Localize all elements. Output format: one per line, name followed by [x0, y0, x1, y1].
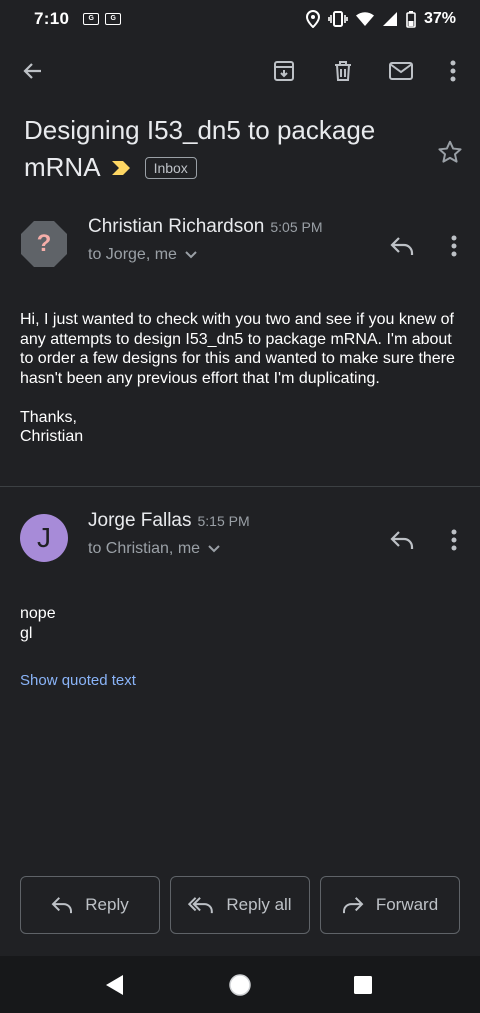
- recipients-text: to Jorge, me: [88, 246, 177, 263]
- battery-icon: [406, 10, 416, 28]
- archive-button[interactable]: [261, 48, 307, 94]
- subject-title-continued: mRNA: [24, 152, 101, 182]
- delete-button[interactable]: [320, 48, 366, 94]
- nav-home-icon: [229, 974, 251, 996]
- nav-back-icon: [106, 975, 123, 995]
- message-time: 5:05 PM: [270, 219, 323, 235]
- gmail-notification-icon: G: [105, 13, 122, 25]
- message-body: nope gl: [20, 604, 462, 643]
- recipients[interactable]: to Christian, me: [88, 540, 220, 558]
- message-line: gl: [20, 624, 33, 642]
- recipients-text: to Christian, me: [88, 540, 201, 557]
- vibrate-icon: [328, 11, 348, 27]
- message-header[interactable]: J Jorge Fallas 5:15 PM to Christian, me: [0, 510, 480, 574]
- archive-icon: [274, 61, 294, 81]
- status-indicators: 37%: [305, 10, 456, 28]
- subject-block: Designing I53_dn5 to package mRNA Inbox: [24, 112, 434, 186]
- reply-icon: [390, 237, 414, 255]
- message-time: 5:15 PM: [197, 513, 250, 529]
- message-signoff: Thanks,: [20, 408, 77, 426]
- forward-button[interactable]: Forward: [320, 876, 460, 934]
- nav-back-button[interactable]: [94, 964, 136, 1006]
- more-vert-icon: [451, 235, 457, 257]
- star-icon: [438, 140, 462, 163]
- avatar[interactable]: J: [20, 514, 68, 562]
- reply-all-label: Reply all: [226, 895, 292, 914]
- chevron-down-icon: [208, 545, 220, 553]
- forward-label: Forward: [375, 895, 439, 914]
- mark-unread-button[interactable]: [378, 48, 424, 94]
- wifi-icon: [355, 11, 374, 26]
- location-icon: [305, 10, 320, 28]
- sender-name[interactable]: Christian Richardson 5:05 PM: [88, 216, 323, 238]
- reply-all-button[interactable]: Reply all: [170, 876, 310, 934]
- message-more-button[interactable]: [432, 518, 476, 562]
- reply-button[interactable]: [380, 224, 424, 268]
- star-button[interactable]: [432, 134, 468, 170]
- gmail-notification-icon: G: [83, 13, 100, 25]
- reply-icon: [390, 531, 414, 549]
- back-arrow-icon: [23, 63, 41, 79]
- nav-recents-button[interactable]: [342, 964, 384, 1006]
- chevron-down-icon: [185, 251, 197, 259]
- toolbar: [0, 48, 480, 94]
- more-vert-icon: [450, 60, 456, 82]
- notification-icons: G G: [83, 13, 122, 25]
- cell-signal-icon: [382, 12, 397, 26]
- message-line: nope: [20, 605, 56, 622]
- reply-icon: [51, 897, 73, 914]
- sender-name[interactable]: Jorge Fallas 5:15 PM: [88, 510, 250, 532]
- sender-name-text: Jorge Fallas: [88, 510, 192, 531]
- message-divider: [0, 486, 480, 487]
- message-more-button[interactable]: [432, 224, 476, 268]
- subject-title: Designing I53_dn5 to package: [24, 115, 376, 145]
- forward-icon: [342, 897, 364, 914]
- status-bar: 7:10 G G 37%: [0, 0, 480, 38]
- important-marker-icon[interactable]: [111, 160, 131, 176]
- avatar[interactable]: ?: [20, 220, 68, 268]
- message-signature: Christian: [20, 428, 84, 445]
- message-header[interactable]: ? Christian Richardson 5:05 PM to Jorge, …: [0, 216, 480, 280]
- reply-action-button[interactable]: Reply: [20, 876, 160, 934]
- sender-name-text: Christian Richardson: [88, 216, 265, 237]
- battery-percent: 37%: [423, 10, 456, 27]
- mark-unread-icon: [389, 62, 413, 80]
- show-quoted-text-link[interactable]: Show quoted text: [20, 672, 136, 689]
- message-body: Hi, I just wanted to check with you two …: [20, 310, 462, 447]
- inbox-label-chip[interactable]: Inbox: [144, 156, 197, 179]
- back-button[interactable]: [10, 48, 56, 94]
- avatar-initial: ?: [36, 230, 52, 257]
- more-vert-icon: [451, 529, 457, 551]
- subject-title-line2: mRNA Inbox: [24, 149, 434, 186]
- system-nav-bar: [0, 956, 480, 1013]
- message-paragraph: Hi, I just wanted to check with you two …: [20, 311, 455, 387]
- reply-button[interactable]: [380, 518, 424, 562]
- status-time: 7:10: [34, 9, 70, 28]
- reply-label: Reply: [85, 895, 129, 914]
- nav-recents-icon: [354, 976, 372, 994]
- nav-home-button[interactable]: [219, 964, 261, 1006]
- delete-icon: [335, 61, 351, 81]
- reply-all-icon: [188, 897, 214, 914]
- recipients[interactable]: to Jorge, me: [88, 246, 197, 264]
- more-options-button[interactable]: [430, 48, 476, 94]
